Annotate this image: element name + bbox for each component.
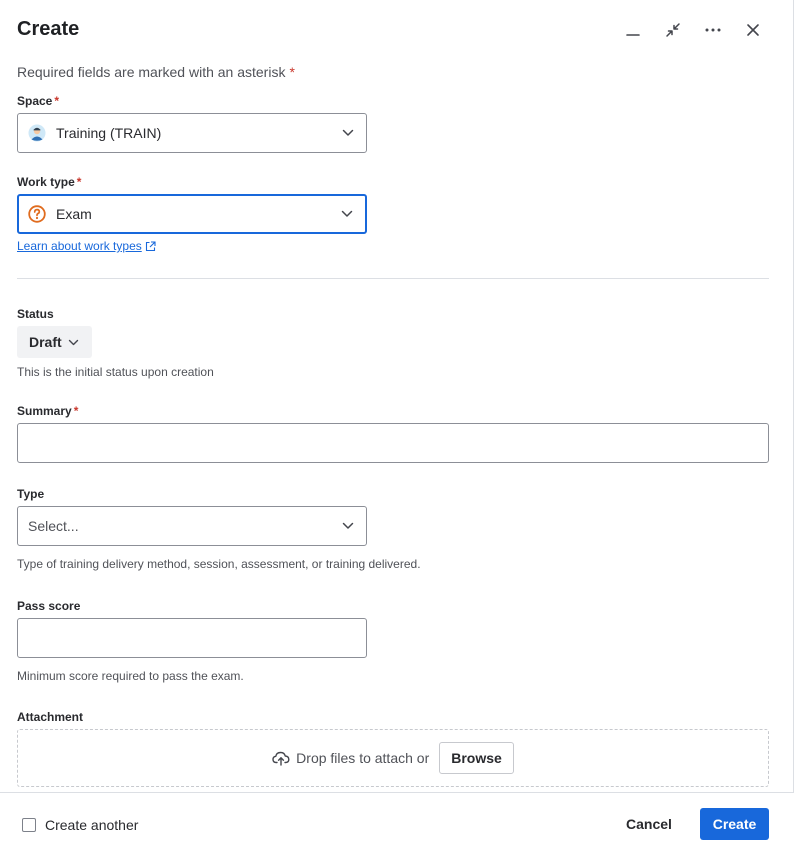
required-note: Required fields are marked with an aster… bbox=[17, 64, 295, 80]
pass-score-input[interactable] bbox=[17, 618, 367, 658]
create-dialog: Create Required fields are marked with a… bbox=[0, 0, 794, 864]
chevron-down-icon bbox=[68, 339, 78, 345]
pass-score-help: Minimum score required to pass the exam. bbox=[17, 669, 244, 683]
create-another-checkbox[interactable] bbox=[22, 818, 36, 832]
dialog-footer: Create another Cancel Create bbox=[0, 792, 794, 864]
create-another-toggle[interactable]: Create another bbox=[22, 817, 138, 833]
form-body[interactable]: Required fields are marked with an aster… bbox=[0, 56, 794, 792]
learn-work-types-text: Learn about work types bbox=[17, 239, 142, 253]
create-another-label: Create another bbox=[45, 817, 139, 833]
collapse-button[interactable] bbox=[661, 18, 685, 42]
work-type-value: Exam bbox=[56, 206, 92, 222]
space-avatar-icon bbox=[28, 124, 46, 142]
status-help: This is the initial status upon creation bbox=[17, 365, 214, 379]
type-select[interactable]: Select... bbox=[17, 506, 367, 546]
drop-files-text: Drop files to attach or bbox=[296, 750, 430, 766]
type-help: Type of training delivery method, sessio… bbox=[17, 557, 421, 571]
pass-score-label: Pass score bbox=[17, 599, 81, 613]
summary-label-text: Summary bbox=[17, 404, 72, 418]
section-divider bbox=[17, 278, 769, 279]
status-label: Status bbox=[17, 307, 54, 321]
status-dropdown-button[interactable]: Draft bbox=[17, 326, 92, 358]
type-label: Type bbox=[17, 487, 45, 501]
type-placeholder: Select... bbox=[28, 518, 79, 534]
summary-input[interactable] bbox=[17, 423, 769, 463]
attachment-label: Attachment bbox=[17, 710, 84, 724]
chevron-down-icon bbox=[342, 129, 354, 136]
work-type-label-text: Work type bbox=[17, 175, 75, 189]
summary-label: Summary * bbox=[17, 404, 78, 418]
space-label-text: Space bbox=[17, 94, 53, 108]
minimize-button[interactable] bbox=[621, 18, 645, 42]
space-select[interactable]: Training (TRAIN) bbox=[17, 113, 367, 153]
dialog-title: Create bbox=[17, 18, 80, 40]
question-circle-icon bbox=[28, 205, 46, 223]
work-type-select[interactable]: Exam bbox=[17, 194, 367, 234]
space-value: Training (TRAIN) bbox=[56, 125, 162, 141]
upload-cloud-icon bbox=[272, 750, 290, 766]
required-note-text: Required fields are marked with an aster… bbox=[17, 64, 286, 80]
minimize-icon bbox=[626, 34, 640, 36]
chevron-down-icon bbox=[341, 210, 353, 217]
space-required-asterisk: * bbox=[54, 94, 60, 108]
create-button[interactable]: Create bbox=[700, 808, 769, 840]
cancel-button[interactable]: Cancel bbox=[612, 808, 686, 840]
summary-required-asterisk: * bbox=[73, 404, 79, 418]
attachment-dropzone[interactable]: Drop files to attach or Browse bbox=[17, 729, 769, 787]
collapse-icon bbox=[666, 23, 680, 37]
chevron-down-icon bbox=[342, 522, 354, 529]
more-actions-button[interactable] bbox=[701, 18, 725, 42]
browse-button[interactable]: Browse bbox=[439, 742, 514, 774]
required-asterisk: * bbox=[289, 64, 295, 80]
external-link-icon bbox=[145, 240, 156, 251]
space-label: Space * bbox=[17, 94, 59, 108]
close-button[interactable] bbox=[741, 18, 765, 42]
work-type-label: Work type * bbox=[17, 175, 81, 189]
learn-work-types-link[interactable]: Learn about work types bbox=[17, 239, 156, 253]
status-value: Draft bbox=[29, 334, 62, 350]
close-icon bbox=[747, 24, 759, 36]
dialog-header: Create bbox=[17, 16, 776, 46]
work-type-required-asterisk: * bbox=[76, 175, 82, 189]
more-icon bbox=[705, 28, 721, 32]
